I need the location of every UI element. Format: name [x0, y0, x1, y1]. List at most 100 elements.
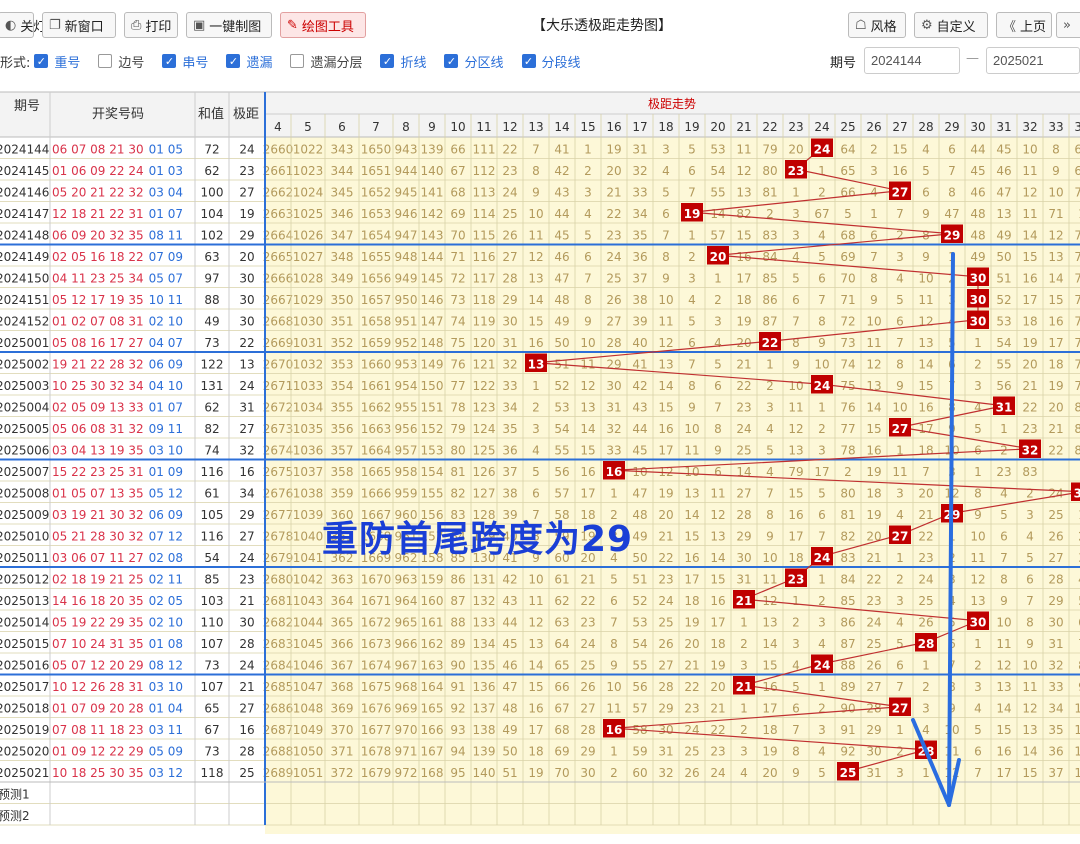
toolbar-button-4[interactable]: ✎ 绘图工具 [280, 12, 366, 38]
omission-value: 48 [970, 229, 985, 243]
omission-value: 7 [896, 680, 904, 694]
omission-value: 368 [331, 680, 354, 694]
omission-value: 27 [580, 702, 595, 716]
omission-value: 151 [421, 401, 444, 415]
omission-value: 111 [473, 143, 496, 157]
span-hit-value: 24 [814, 143, 831, 157]
omission-value: 2 [740, 637, 748, 651]
omission-value: 21 [684, 659, 699, 673]
omission-value: 147 [421, 315, 444, 329]
toolbar-right-button-3[interactable]: » [1056, 12, 1080, 38]
omission-value: 2683 [263, 637, 294, 651]
omission-value: 953 [395, 358, 418, 372]
omission-value: 123 [473, 401, 496, 415]
omission-value: 31 [632, 143, 647, 157]
omission-value: 77 [450, 379, 465, 393]
front-numbers: 03 06 07 11 27 [52, 551, 144, 565]
omission-value: 42 [632, 379, 647, 393]
toolbar-right-button-1[interactable]: ⚙ 自定义 [914, 12, 988, 38]
omission-value: 3 [584, 186, 592, 200]
omission-value: 12 [866, 358, 881, 372]
back-numbers: 06 09 [149, 358, 183, 372]
omission-value: 357 [331, 444, 354, 458]
omission-value: 19 [866, 508, 881, 522]
front-numbers: 01 07 09 20 28 [52, 702, 144, 716]
toolbar-button-2[interactable]: ⎙ 打印 [124, 12, 178, 38]
omission-value: 3 [870, 164, 878, 178]
omission-value: 45 [502, 637, 517, 651]
omission-value: 81 [840, 508, 855, 522]
omission-value: 67 [450, 164, 465, 178]
omission-value: 135 [473, 659, 496, 673]
omission-value: 1038 [293, 487, 324, 501]
toolbar-button-1[interactable]: ❐ 新窗口 [42, 12, 116, 38]
omission-value: 6 [896, 315, 904, 329]
toolbar-right-button-2[interactable]: 《上页 [996, 12, 1052, 38]
omission-value: 49 [970, 250, 985, 264]
omission-value: 48 [632, 508, 647, 522]
omission-value: 80 [762, 164, 777, 178]
span-column-header: 34 [1074, 120, 1080, 134]
omission-value: 76 [450, 358, 465, 372]
predict-row[interactable] [0, 803, 265, 826]
omission-value: 23 [580, 616, 595, 630]
omission-value: 44 [632, 422, 647, 436]
span-column-header: 23 [788, 120, 803, 134]
omission-value: 17 [996, 766, 1011, 780]
omission-value: 1043 [293, 594, 324, 608]
omission-value: 73 [450, 293, 465, 307]
omission-value: 4 [688, 293, 696, 307]
omission-value: 1023 [293, 164, 324, 178]
omission-value: 2664 [263, 229, 294, 243]
omission-value: 15 [528, 315, 543, 329]
omission-value: 2670 [263, 358, 294, 372]
trend-table: 期号开奖号码 和值 极距极距走势4 5 6 7 8 9 10 11 12 13 14 15 16 17 18 19… [0, 91, 1080, 834]
row-span: 28 [239, 637, 254, 651]
predict-row[interactable] [0, 782, 265, 804]
omission-value: 1051 [293, 766, 324, 780]
omission-value: 2667 [263, 293, 294, 307]
omission-value: 7 [818, 293, 826, 307]
row-period: 2025006 [0, 444, 49, 458]
omission-value: 159 [421, 573, 444, 587]
omission-value: 80 [450, 444, 465, 458]
omission-value: 60 [632, 766, 647, 780]
front-numbers: 14 16 18 20 35 [52, 594, 144, 608]
omission-value: 1674 [361, 659, 392, 673]
omission-value: 79 [762, 143, 777, 157]
omission-value: 9 [922, 207, 930, 221]
omission-value: 3 [792, 207, 800, 221]
row-period: 2024147 [0, 207, 49, 221]
omission-value: 82 [736, 207, 751, 221]
span-column-header: 25 [840, 120, 855, 134]
omission-value: 2671 [263, 379, 294, 393]
row-span: 24 [239, 143, 254, 157]
omission-value: 29 [658, 702, 673, 716]
omission-value: 3 [922, 702, 930, 716]
omission-value: 1663 [361, 422, 392, 436]
omission-value: 1671 [361, 594, 392, 608]
omission-value: 55 [554, 444, 569, 458]
toolbar-button-0[interactable]: ◐ 关灯 [0, 12, 46, 38]
omission-value: 6 [610, 594, 618, 608]
omission-value: 17 [528, 723, 543, 737]
omission-value: 54 [996, 336, 1011, 350]
omission-value: 1651 [361, 164, 392, 178]
omission-value: 25 [1048, 508, 1063, 522]
row-numbers: 05 21 28 30 32 07 12 [52, 530, 183, 544]
span-column-header: 29 [944, 120, 959, 134]
omission-value: 47 [996, 186, 1011, 200]
row-span: 20 [239, 250, 254, 264]
row-period: 2025012 [0, 573, 49, 587]
toolbar-button-3[interactable]: ▣ 一键制图 [186, 12, 272, 38]
omission-value: 965 [395, 616, 418, 630]
row-sum: 107 [201, 637, 224, 651]
omission-value: 94 [450, 745, 465, 759]
toolbar-right-button-0[interactable]: ☖ 风格 [848, 12, 906, 38]
span-hit-value: 20 [710, 250, 727, 264]
omission-value: 957 [395, 444, 418, 458]
omission-value: 15 [762, 659, 777, 673]
omission-value: 1 [740, 702, 748, 716]
omission-value: 367 [331, 659, 354, 673]
omission-value: 6 [792, 293, 800, 307]
